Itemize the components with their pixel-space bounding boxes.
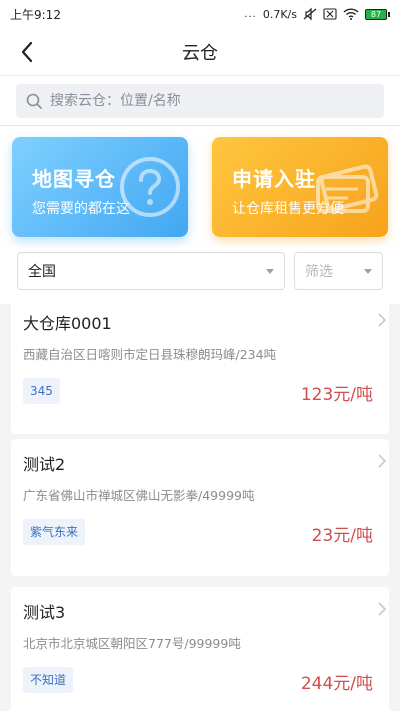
warehouse-card[interactable]: 大仓库0001 西藏自治区日喀则市定日县珠穆朗玛峰/234吨 345 123元/… (11, 304, 389, 434)
warehouse-tag: 345 (23, 378, 60, 404)
warehouse-name: 测试2 (23, 455, 66, 474)
region-select[interactable]: 全国 (17, 252, 285, 290)
warehouse-card[interactable]: 测试2 广东省佛山市禅城区佛山无影拳/49999吨 紫气东来 23元/吨 (11, 439, 389, 576)
search-icon (26, 93, 42, 109)
filter-placeholder: 筛选 (305, 264, 333, 280)
chevron-right-icon (378, 602, 387, 616)
chevron-right-icon (378, 313, 387, 327)
banner-subtitle: 您需要的都在这 (32, 201, 130, 217)
dropdown-caret-icon (364, 268, 372, 274)
dropdown-caret-icon (266, 268, 274, 274)
sim-off-icon (323, 8, 337, 20)
banner-title: 地图寻仓 (32, 167, 116, 191)
warehouse-price: 23元/吨 (311, 526, 373, 546)
status-icons: ... 0.7K/s 87 (244, 7, 390, 21)
banner-subtitle: 让仓库租售更方便 (232, 201, 344, 217)
warehouse-tag: 不知道 (23, 667, 74, 693)
back-button[interactable] (12, 36, 42, 68)
status-dots: ... (244, 8, 257, 20)
page-title: 云仓 (182, 42, 218, 64)
warehouse-address: 广东省佛山市禅城区佛山无影拳/49999吨 (23, 488, 255, 503)
chevron-right-icon (378, 454, 387, 468)
search-input[interactable] (50, 93, 350, 109)
wifi-icon (343, 8, 359, 20)
battery-level: 87 (365, 8, 387, 20)
region-value: 全国 (28, 264, 56, 280)
status-time: 上午9:12 (10, 7, 61, 22)
banner-area: 地图寻仓 您需要的都在这 申请入驻 让仓库租售更方便 (0, 126, 400, 248)
warehouse-list: 大仓库0001 西藏自治区日喀则市定日县珠穆朗玛峰/234吨 345 123元/… (0, 304, 400, 711)
nav-bar: 云仓 (0, 28, 400, 76)
warehouse-card[interactable]: 测试3 北京市北京城区朝阳区777号/99999吨 不知道 244元/吨 (11, 587, 389, 711)
warehouse-address: 北京市北京城区朝阳区777号/99999吨 (23, 636, 241, 651)
map-search-banner[interactable]: 地图寻仓 您需要的都在这 (12, 137, 188, 237)
filter-row: 全国 筛选 (0, 248, 400, 304)
battery-icon: 87 (365, 8, 390, 20)
warehouse-name: 测试3 (23, 603, 66, 622)
search-section (0, 76, 400, 126)
apply-join-banner[interactable]: 申请入驻 让仓库租售更方便 (212, 137, 388, 237)
filter-select[interactable]: 筛选 (294, 252, 383, 290)
status-bar: 上午9:12 ... 0.7K/s 87 (0, 0, 400, 28)
warehouse-tag: 紫气东来 (23, 519, 86, 545)
banner-title: 申请入驻 (232, 167, 316, 191)
warehouse-name: 大仓库0001 (23, 314, 112, 333)
warehouse-price: 123元/吨 (300, 385, 373, 405)
warehouse-address: 西藏自治区日喀则市定日县珠穆朗玛峰/234吨 (23, 347, 277, 362)
network-speed: 0.7K/s (262, 7, 297, 21)
back-arrow-icon (21, 41, 33, 63)
search-box[interactable] (16, 84, 384, 118)
warehouse-price: 244元/吨 (300, 674, 373, 694)
mute-icon (303, 7, 317, 21)
